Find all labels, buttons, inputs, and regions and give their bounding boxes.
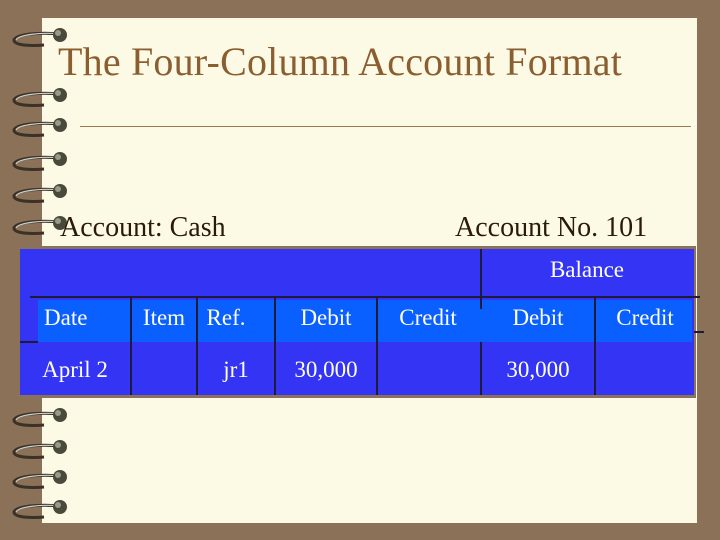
col-header-debit: Debit: [300, 305, 352, 330]
col-header-date: Date: [44, 305, 88, 330]
account-name-label: Account: Cash: [60, 212, 226, 243]
cell-date: April 2: [42, 357, 108, 382]
balance-group-header: Balance: [549, 257, 625, 282]
title-divider: [80, 126, 691, 127]
slide-title: The Four-Column Account Format: [58, 39, 623, 84]
spiral-ring-icon: [12, 88, 67, 107]
ledger-table: Balance Date Item Ref. Debit Credit Debi…: [18, 246, 704, 398]
col-header-credit: Credit: [399, 305, 457, 330]
row-divider: [20, 341, 38, 343]
cell-ref: jr1: [223, 357, 249, 382]
col-header-balance-debit: Debit: [512, 305, 564, 330]
spiral-ring-icon: [12, 152, 67, 171]
cell-debit: 30,000: [294, 357, 358, 382]
col-header-balance-credit: Credit: [616, 305, 674, 330]
spiral-ring-icon: [12, 408, 67, 427]
row-divider: [694, 331, 704, 333]
cell-balance-debit: 30,000: [506, 357, 570, 382]
ledger-body: Balance Date Item Ref. Debit Credit Debi…: [20, 249, 704, 395]
spiral-ring-icon: [12, 500, 67, 519]
spiral-ring-icon: [12, 118, 67, 137]
spiral-ring-icon: [12, 470, 67, 489]
spiral-ring-icon: [12, 440, 67, 459]
spiral-ring-icon: [12, 184, 67, 203]
col-header-ref: Ref.: [206, 305, 246, 330]
account-number-label: Account No. 101: [455, 212, 648, 243]
col-header-item: Item: [142, 305, 186, 330]
